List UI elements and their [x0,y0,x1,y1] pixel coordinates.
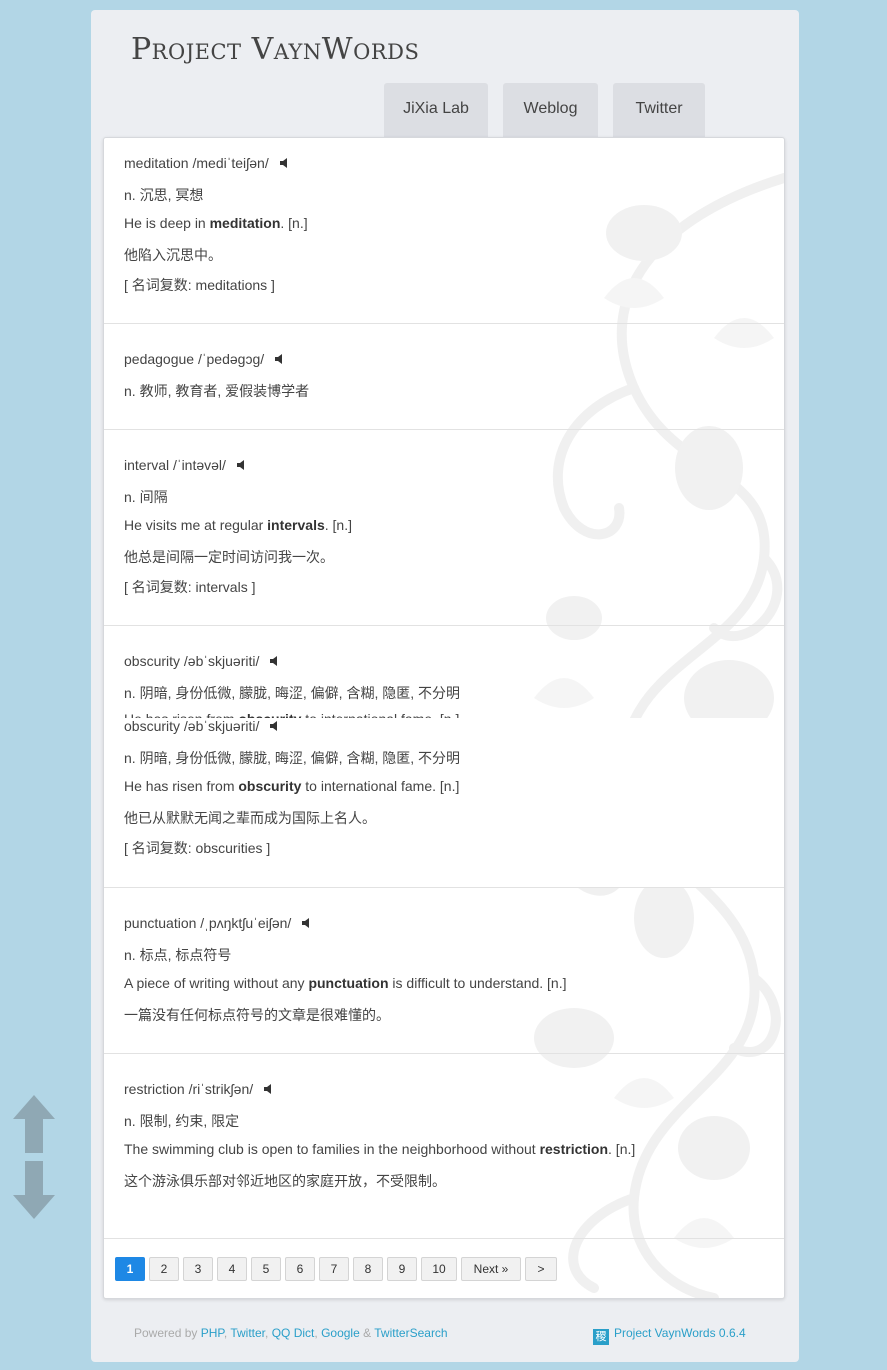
next-page-button[interactable]: Next » [461,1257,521,1281]
entry-plural: [ 名词复数: obscurities ] [124,840,271,856]
entry-word: meditation /mediˈteiʃən/ [124,155,269,171]
arrow-down-icon[interactable] [13,1161,55,1219]
word-entry: obscurity /əbˈskjuəriti/ n. 阴暗, 身份低微, 朦胧… [104,626,784,888]
speaker-icon[interactable] [269,654,281,670]
page-8[interactable]: 8 [353,1257,383,1281]
page-1[interactable]: 1 [115,1257,145,1281]
entry-word: obscurity /əbˈskjuəriti/ [124,653,260,669]
entry-plural: [ 名词复数: meditations ] [124,277,275,293]
entry-definition: n. 间隔 [124,489,168,505]
page-6[interactable]: 6 [285,1257,315,1281]
word-list-card: meditation /mediˈteiʃən/ n. 沉思, 冥想 He is… [103,137,785,1299]
entry-word: interval /ˈintəvəl/ [124,457,226,473]
entry-example: The swimming club is open to families in… [124,1141,636,1157]
entry-definition: n. 教师, 教育者, 爱假装博学者 [124,383,310,399]
entry-definition: n. 限制, 约束, 限定 [124,1113,240,1129]
entry-word: restriction /riˈstrikʃən/ [124,1081,254,1097]
word-entry: interval /ˈintəvəl/ n. 间隔 He visits me a… [104,430,784,626]
speaker-icon[interactable] [263,1082,275,1098]
entry-translation: 他总是间隔一定时间访问我一次。 [124,549,334,565]
entry-example: A piece of writing without any punctuati… [124,975,567,991]
speaker-icon[interactable] [236,458,248,474]
entry-word: pedagogue /ˈpedəgɔg/ [124,351,265,367]
entry-example: He has risen from obscurity to internati… [124,778,460,794]
page-10[interactable]: 10 [421,1257,457,1281]
entry-word: obscurity /əbˈskjuəriti/ [124,718,260,734]
footer-link-php[interactable]: PHP [201,1326,224,1340]
entry-example: He visits me at regular intervals. [n.] [124,517,352,533]
word-entry: punctuation /ˌpʌŋktʃuˈeiʃən/ n. 标点, 标点符号… [104,888,784,1054]
entry-definition: n. 阴暗, 身份低微, 朦胧, 晦涩, 偏僻, 含糊, 隐匿, 不分明 [124,685,461,701]
word-entry: meditation /mediˈteiʃən/ n. 沉思, 冥想 He is… [104,138,784,324]
entry-plural: [ 名词复数: intervals ] [124,579,256,595]
footer-link-twittersearch[interactable]: TwitterSearch [374,1326,447,1340]
footer-link-google[interactable]: Google [321,1326,360,1340]
site-logo[interactable]: Project VaynWords [131,32,419,67]
page-3[interactable]: 3 [183,1257,213,1281]
entry-translation: 这个游泳俱乐部对邻近地区的家庭开放，不受限制。 [124,1173,446,1189]
footer-link-qqdict[interactable]: QQ Dict [272,1326,315,1340]
last-page-button[interactable]: > [525,1257,557,1281]
entry-translation: 一篇没有任何标点符号的文章是很难懂的。 [124,1007,390,1023]
nav-jixia-lab[interactable]: JiXia Lab [384,83,488,138]
word-entry: restriction /riˈstrikʃən/ n. 限制, 约束, 限定 … [104,1054,784,1239]
page-9[interactable]: 9 [387,1257,417,1281]
speaker-icon[interactable] [279,156,291,172]
footer-powered-by: Powered by PHP, Twitter, QQ Dict, Google… [134,1326,448,1340]
page-5[interactable]: 5 [251,1257,281,1281]
word-entry: pedagogue /ˈpedəgɔg/ n. 教师, 教育者, 爱假装博学者 [104,324,784,430]
entry-definition: n. 沉思, 冥想 [124,187,204,203]
speaker-icon[interactable] [269,719,281,735]
speaker-icon[interactable] [301,916,313,932]
page-2[interactable]: 2 [149,1257,179,1281]
nav-twitter[interactable]: Twitter [613,83,705,138]
entry-translation: 他已从默默无闻之辈而成为国际上名人。 [124,810,376,826]
entry-example: He is deep in meditation. [n.] [124,215,308,231]
site-badge-icon: 稷 [593,1329,609,1345]
footer-version[interactable]: 稷 Project VaynWords 0.6.4 [593,1326,746,1345]
nav-weblog[interactable]: Weblog [503,83,598,138]
entry-translation: 他陷入沉思中。 [124,247,222,263]
page-container: Project VaynWords JiXia Lab Weblog Twitt… [91,10,799,1362]
entry-definition: n. 标点, 标点符号 [124,947,232,963]
arrow-up-icon[interactable] [13,1095,55,1153]
entry-definition: n. 阴暗, 身份低微, 朦胧, 晦涩, 偏僻, 含糊, 隐匿, 不分明 [124,750,461,766]
entry-overlay [104,718,784,887]
page-7[interactable]: 7 [319,1257,349,1281]
entry-word: punctuation /ˌpʌŋktʃuˈeiʃən/ [124,915,292,931]
speaker-icon[interactable] [274,352,286,368]
page-4[interactable]: 4 [217,1257,247,1281]
footer-link-twitter[interactable]: Twitter [230,1326,265,1340]
